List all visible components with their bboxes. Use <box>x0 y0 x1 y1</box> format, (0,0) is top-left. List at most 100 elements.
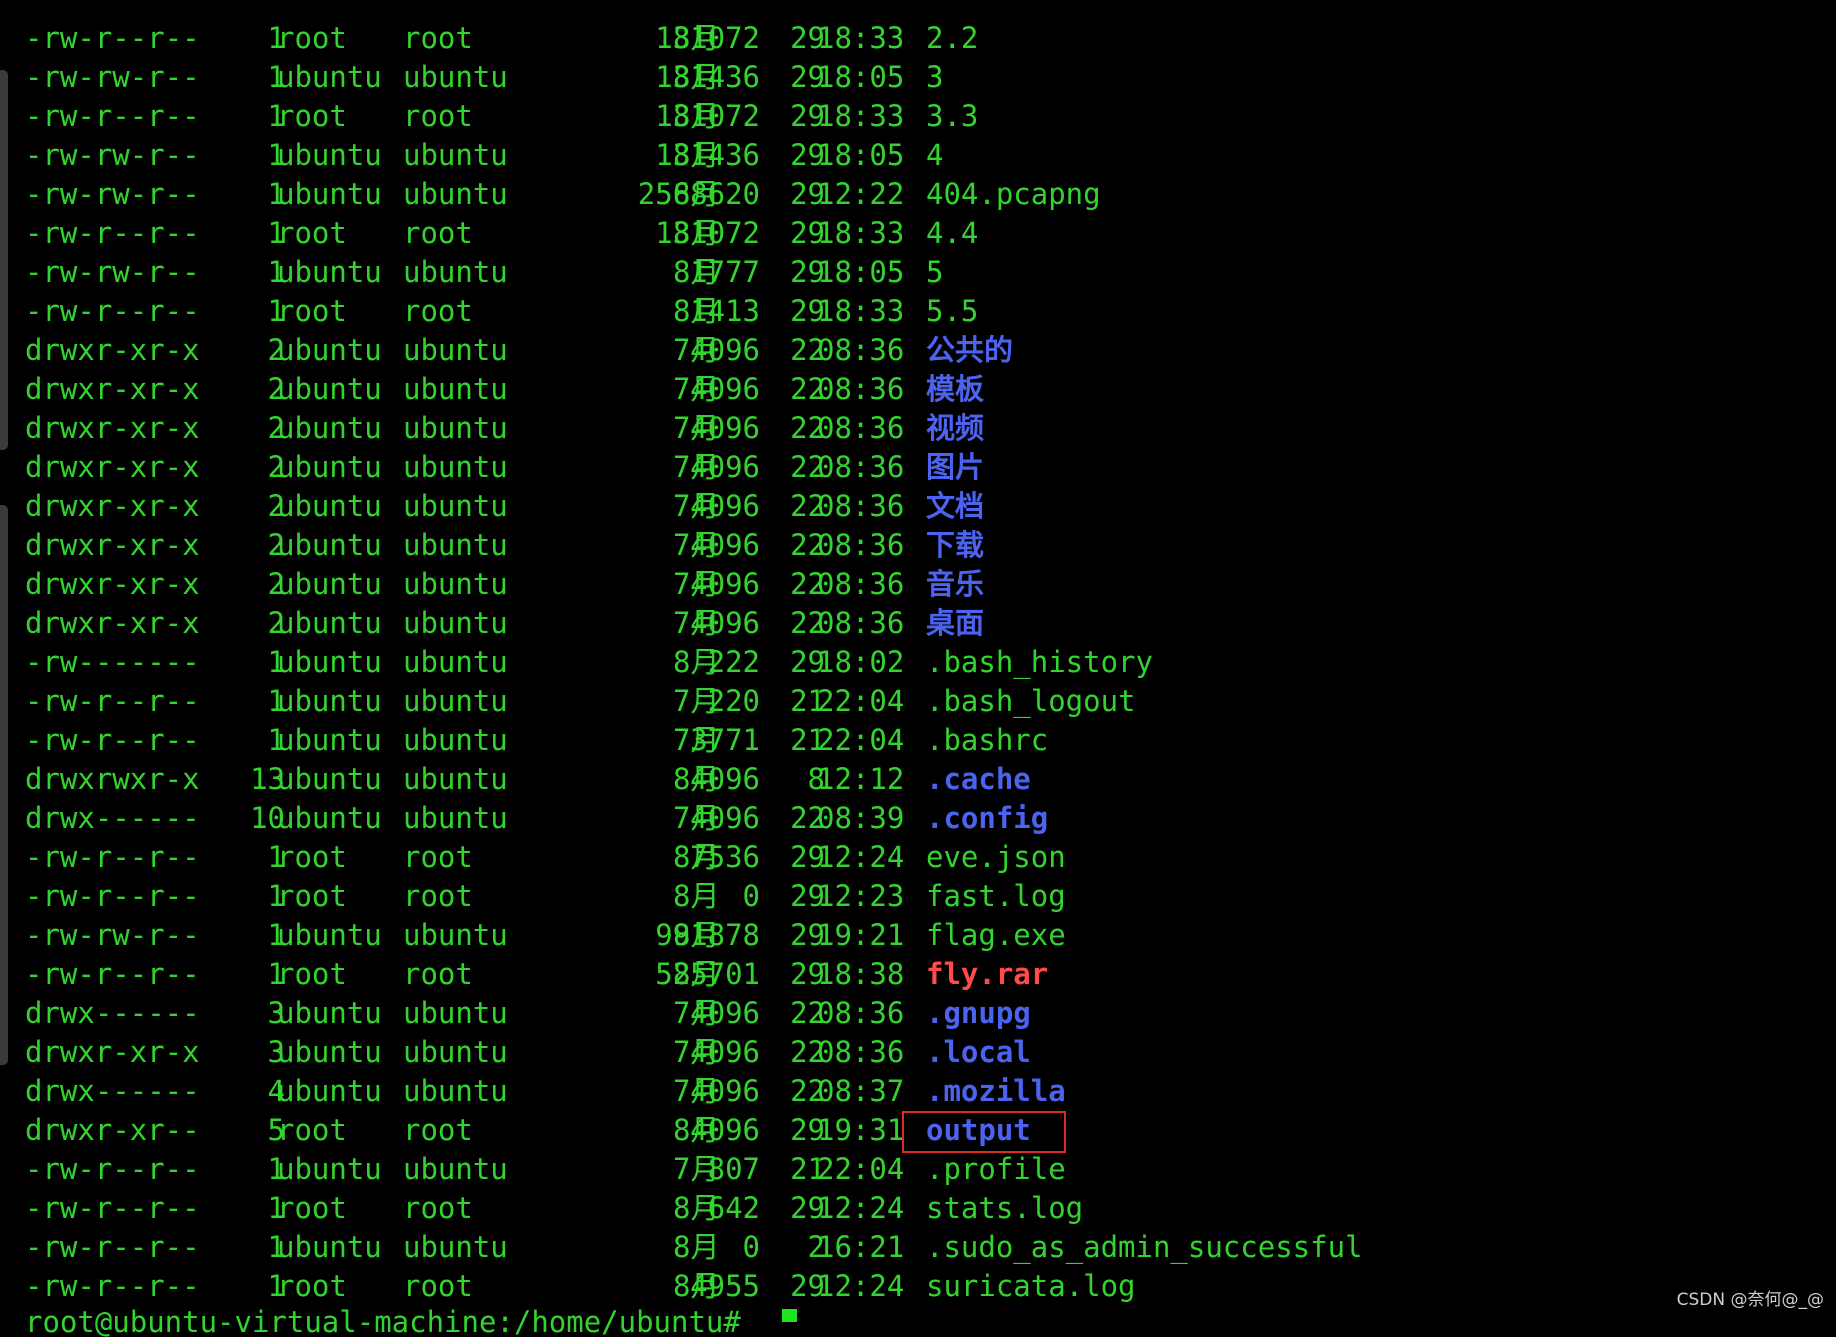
time: 12:23 <box>817 879 905 913</box>
file-size: 0 <box>742 879 760 913</box>
file-size: 642 <box>707 1191 760 1225</box>
permissions: drwxrwxr-x <box>25 762 200 796</box>
file-name: eve.json <box>926 840 1066 874</box>
file-size: 991878 <box>655 918 760 952</box>
day: 29 <box>790 99 825 133</box>
day: 29 <box>790 294 825 328</box>
file-name: flag.exe <box>926 918 1066 952</box>
time: 22:04 <box>817 1152 905 1186</box>
month: 8月 <box>673 645 720 679</box>
permissions: -rw-r--r-- <box>25 294 200 328</box>
month: 7月 <box>673 801 720 835</box>
owner: ubuntu <box>277 255 382 289</box>
group: ubuntu <box>403 450 508 484</box>
link-count: 1 <box>267 918 285 952</box>
permissions: drwxr-xr-x <box>25 567 200 601</box>
group: ubuntu <box>403 1074 508 1108</box>
owner: root <box>277 840 347 874</box>
permissions: -rw-rw-r-- <box>25 138 200 172</box>
time: 18:33 <box>817 216 905 250</box>
group: root <box>403 21 473 55</box>
month: 7月 <box>673 567 720 601</box>
file-size: 4096 <box>690 411 760 445</box>
month: 7月 <box>673 996 720 1030</box>
file-name: 3.3 <box>926 99 979 133</box>
day: 21 <box>790 684 825 718</box>
file-size: 222 <box>707 645 760 679</box>
permissions: -rw------- <box>25 645 200 679</box>
month: 8月 <box>673 1191 720 1225</box>
month: 8月 <box>673 918 720 952</box>
permissions: -rw-r--r-- <box>25 684 200 718</box>
group: ubuntu <box>403 372 508 406</box>
day: 22 <box>790 801 825 835</box>
link-count: 1 <box>267 1269 285 1303</box>
time: 18:33 <box>817 21 905 55</box>
time: 12:24 <box>817 840 905 874</box>
time: 08:36 <box>817 528 905 562</box>
file-size: 4096 <box>690 372 760 406</box>
day: 29 <box>790 645 825 679</box>
owner: ubuntu <box>277 762 382 796</box>
file-name: 404.pcapng <box>926 177 1101 211</box>
file-name: fly.rar <box>926 957 1049 991</box>
permissions: drwxr-xr-x <box>25 411 200 445</box>
file-name: 5.5 <box>926 294 979 328</box>
file-name: .sudo_as_admin_successful <box>926 1230 1363 1264</box>
owner: ubuntu <box>277 1230 382 1264</box>
group: ubuntu <box>403 723 508 757</box>
group: ubuntu <box>403 801 508 835</box>
group: ubuntu <box>403 60 508 94</box>
link-count: 1 <box>267 138 285 172</box>
time: 12:22 <box>817 177 905 211</box>
permissions: drwxr-xr-x <box>25 528 200 562</box>
owner: ubuntu <box>277 528 382 562</box>
day: 22 <box>790 372 825 406</box>
group: ubuntu <box>403 1230 508 1264</box>
owner: ubuntu <box>277 489 382 523</box>
file-size: 4096 <box>690 1113 760 1147</box>
link-count: 1 <box>267 99 285 133</box>
link-count: 2 <box>267 528 285 562</box>
owner: root <box>277 21 347 55</box>
directory-name: 图片 <box>926 450 985 484</box>
permissions: drwxr-xr-x <box>25 333 200 367</box>
file-size: 7536 <box>690 840 760 874</box>
group: ubuntu <box>403 645 508 679</box>
owner: ubuntu <box>277 996 382 1030</box>
month: 8月 <box>673 294 720 328</box>
shell-prompt[interactable]: root@ubuntu-virtual-machine:/home/ubuntu… <box>25 1307 741 1337</box>
directory-name: 下载 <box>926 528 985 562</box>
link-count: 2 <box>267 450 285 484</box>
file-size: 1413 <box>690 294 760 328</box>
link-count: 1 <box>267 1152 285 1186</box>
month: 8月 <box>673 840 720 874</box>
group: root <box>403 1191 473 1225</box>
time: 18:33 <box>817 294 905 328</box>
time: 22:04 <box>817 723 905 757</box>
link-count: 1 <box>267 177 285 211</box>
group: ubuntu <box>403 528 508 562</box>
owner: ubuntu <box>277 684 382 718</box>
time: 08:36 <box>817 411 905 445</box>
link-count: 5 <box>267 1113 285 1147</box>
month: 7月 <box>673 489 720 523</box>
day: 22 <box>790 489 825 523</box>
file-size: 3771 <box>690 723 760 757</box>
time: 08:37 <box>817 1074 905 1108</box>
owner: root <box>277 216 347 250</box>
permissions: -rw-rw-r-- <box>25 60 200 94</box>
link-count: 2 <box>267 333 285 367</box>
directory-name: 视频 <box>926 411 985 445</box>
month: 7月 <box>673 528 720 562</box>
time: 08:36 <box>817 489 905 523</box>
time: 08:36 <box>817 450 905 484</box>
month: 7月 <box>673 606 720 640</box>
owner: ubuntu <box>277 1035 382 1069</box>
file-name: .bash_logout <box>926 684 1136 718</box>
file-size: 4096 <box>690 528 760 562</box>
day: 22 <box>790 333 825 367</box>
group: ubuntu <box>403 1035 508 1069</box>
link-count: 2 <box>267 489 285 523</box>
terminal-window[interactable]: -rw-r--r-- 1 root root 131072 8月 29 18:33 2.2 -rw… <box>0 0 1836 1337</box>
